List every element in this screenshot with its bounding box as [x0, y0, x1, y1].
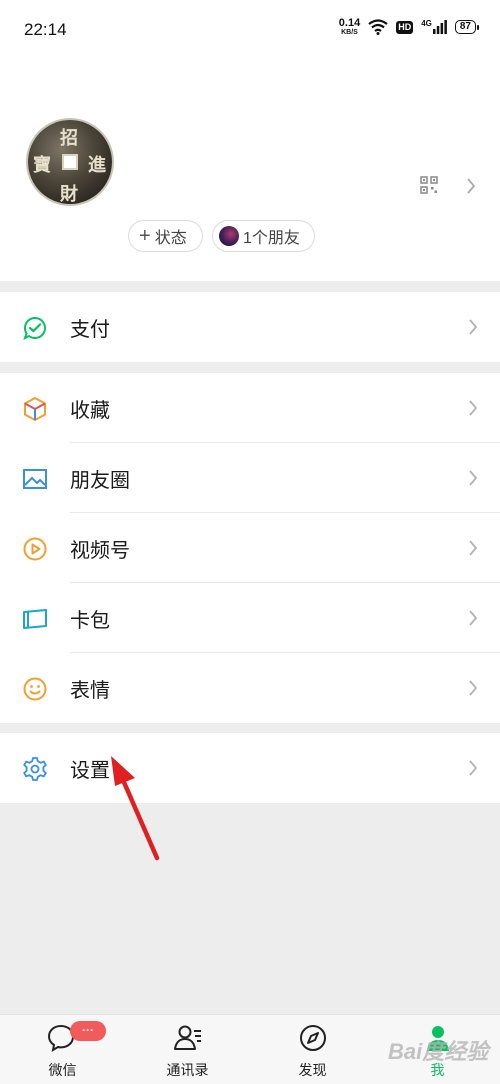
stickers-smiley-icon [23, 677, 47, 701]
friend-avatar [219, 226, 239, 246]
menu-item-settings[interactable]: 设置 [0, 733, 500, 803]
chevron-right-icon [469, 470, 478, 486]
cell-signal-icon: 4G [421, 19, 447, 34]
chevron-right-icon [469, 400, 478, 416]
channels-play-icon [23, 537, 47, 561]
tab-contacts[interactable]: 通讯录 [125, 1015, 250, 1084]
menu-label-favorites: 收藏 [70, 399, 110, 422]
chats-unread-badge: ··· [70, 1021, 106, 1041]
signal-bars-icon [432, 20, 447, 34]
cards-wallet-icon [23, 609, 47, 629]
menu-label-settings: 设置 [70, 759, 110, 782]
settings-group: 设置 [0, 733, 500, 803]
status-icons: 0.14 KB/S HD 4G 87 [338, 17, 480, 37]
avatar-char: 寶 [33, 155, 51, 176]
menu-label-channels: 视频号 [70, 539, 130, 562]
network-speed: 0.14 KB/S [338, 17, 361, 37]
menu-item-stickers[interactable]: 表情 [0, 653, 500, 723]
avatar-char: 財 [60, 184, 78, 205]
menu-item-moments[interactable]: 朋友圈 [0, 443, 500, 513]
status-bar: 22:14 0.14 KB/S HD 4G 87 [0, 0, 500, 60]
chevron-right-icon [469, 680, 478, 696]
signal-type: 4G [421, 19, 432, 28]
avatar-char: 招 [60, 128, 78, 149]
pay-group: 支付 [0, 292, 500, 362]
network-speed-unit: KB/S [341, 29, 358, 36]
annotation-arrow [111, 756, 160, 861]
coin-hole [62, 154, 78, 170]
wifi-icon [368, 19, 388, 35]
menu-item-favorites[interactable]: 收藏 [0, 373, 500, 443]
tab-label-chats: 微信 [48, 1062, 77, 1078]
friends-status-label: 1个朋友 [243, 230, 300, 247]
favorites-cube-icon [24, 396, 46, 422]
tab-discover[interactable]: 发现 [250, 1015, 375, 1084]
tab-label-discover: 发现 [298, 1062, 327, 1078]
chevron-right-icon [467, 178, 476, 194]
chevron-right-icon [469, 760, 478, 776]
menu-label-cards: 卡包 [70, 609, 110, 632]
features-group: 收藏 朋友圈 视频号 卡包 表情 [0, 373, 500, 723]
menu-item-cards[interactable]: 卡包 [0, 583, 500, 653]
avatar[interactable]: 招 財 寶 進 [28, 120, 112, 205]
battery-indicator: 87 [454, 20, 480, 34]
friends-status-button[interactable]: 1个朋友 [212, 220, 315, 252]
chevron-right-icon [469, 319, 478, 335]
qr-code-icon[interactable] [420, 176, 438, 194]
chevron-right-icon [469, 540, 478, 556]
profile-header[interactable]: 招 財 寶 進 + 状态 1个朋友 [0, 60, 500, 281]
hd-badge: HD [396, 20, 414, 34]
compass-icon [300, 1025, 326, 1051]
status-time: 22:14 [24, 20, 67, 39]
watermark: Bai度经验 [388, 1039, 489, 1064]
menu-label-stickers: 表情 [70, 679, 110, 702]
add-status-label: 状态 [154, 230, 187, 247]
pay-icon [23, 317, 46, 340]
add-status-button[interactable]: + 状态 [128, 220, 203, 252]
chevron-right-icon [469, 610, 478, 626]
menu-label-pay: 支付 [70, 318, 110, 341]
menu-item-channels[interactable]: 视频号 [0, 513, 500, 583]
tab-label-contacts: 通讯录 [166, 1062, 209, 1078]
plus-icon: + [139, 225, 151, 247]
moments-picture-icon [23, 469, 47, 489]
network-speed-value: 0.14 [338, 17, 361, 29]
contacts-icon [174, 1025, 201, 1050]
menu-label-moments: 朋友圈 [70, 469, 130, 492]
tab-chats[interactable]: ··· 微信 [0, 1015, 125, 1084]
avatar-char: 進 [88, 155, 106, 176]
settings-gear-icon [23, 757, 47, 781]
menu-item-pay[interactable]: 支付 [0, 292, 500, 362]
